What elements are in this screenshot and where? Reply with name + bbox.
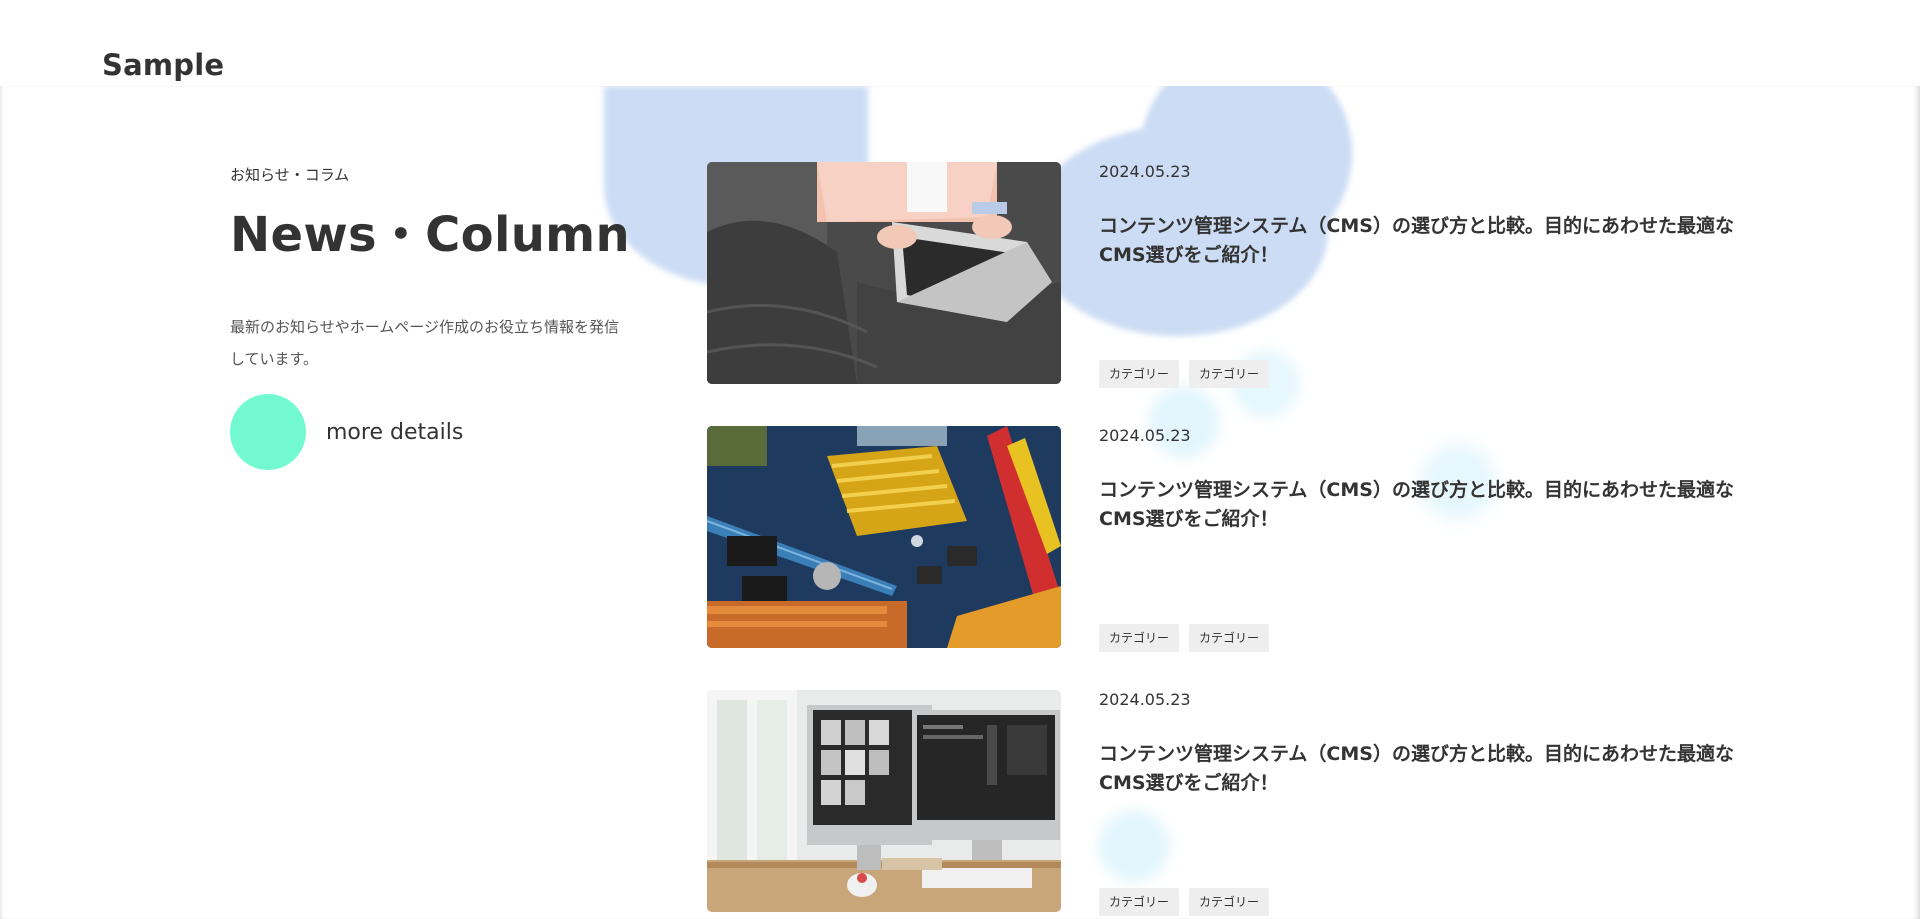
category-tag[interactable]: カテゴリー — [1099, 360, 1180, 388]
more-details-button[interactable]: more details — [230, 394, 463, 470]
post-tags: カテゴリー カテゴリー — [1099, 888, 1270, 916]
site-header: Sample — [0, 0, 1920, 86]
section-description: 最新のお知らせやホームページ作成のお役立ち情報を発信しています。 — [230, 318, 619, 368]
more-details-label: more details — [326, 419, 464, 445]
category-tag[interactable]: カテゴリー — [1099, 624, 1180, 652]
circuit-board-photo-image — [707, 426, 1061, 648]
category-tag[interactable]: カテゴリー — [1189, 888, 1270, 916]
category-tag[interactable]: カテゴリー — [1189, 360, 1270, 388]
post-title[interactable]: コンテンツ管理システム（CMS）の選び方と比較。目的にあわせた最適なCMS選びを… — [1099, 740, 1769, 798]
section-title: News・Column — [230, 207, 630, 263]
post-date: 2024.05.23 — [1099, 162, 1191, 181]
more-circle-icon — [230, 394, 306, 470]
category-tag[interactable]: カテゴリー — [1189, 624, 1270, 652]
imac-desk-photo-image — [707, 690, 1061, 912]
post-title[interactable]: コンテンツ管理システム（CMS）の選び方と比較。目的にあわせた最適なCMS選びを… — [1099, 212, 1769, 270]
post-card[interactable]: 2024.05.23 コンテンツ管理システム（CMS）の選び方と比較。目的にあわ… — [707, 426, 1769, 652]
section-subtitle: お知らせ・コラム — [230, 166, 350, 184]
post-card[interactable]: 2024.05.23 コンテンツ管理システム（CMS）の選び方と比較。目的にあわ… — [707, 690, 1769, 916]
post-date: 2024.05.23 — [1099, 690, 1191, 709]
post-thumbnail[interactable] — [707, 690, 1061, 912]
laptop-photo-image — [707, 162, 1061, 384]
post-date: 2024.05.23 — [1099, 426, 1191, 445]
post-card[interactable]: 2024.05.23 コンテンツ管理システム（CMS）の選び方と比較。目的にあわ… — [707, 162, 1769, 388]
post-thumbnail[interactable] — [707, 426, 1061, 648]
post-title[interactable]: コンテンツ管理システム（CMS）の選び方と比較。目的にあわせた最適なCMS選びを… — [1099, 476, 1769, 534]
section-intro: お知らせ・コラム News・Column 最新のお知らせやホームページ作成のお役… — [230, 164, 650, 375]
category-tag[interactable]: カテゴリー — [1099, 888, 1180, 916]
site-logo[interactable]: Sample — [102, 48, 224, 82]
post-thumbnail[interactable] — [707, 162, 1061, 384]
post-tags: カテゴリー カテゴリー — [1099, 360, 1270, 388]
post-tags: カテゴリー カテゴリー — [1099, 624, 1270, 652]
